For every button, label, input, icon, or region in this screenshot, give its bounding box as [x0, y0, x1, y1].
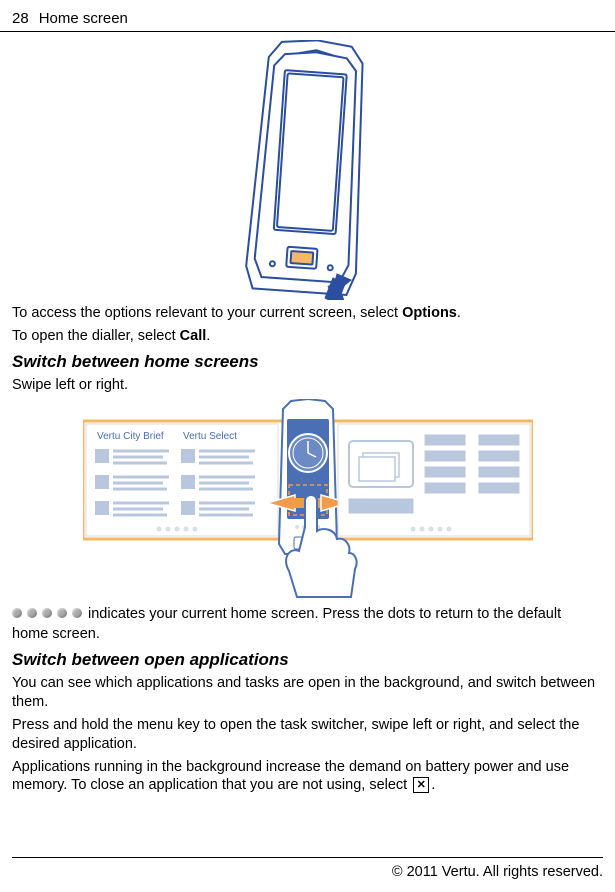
- subhead-switch-apps: Switch between open applications: [12, 650, 603, 670]
- phone-outline-svg: [233, 40, 383, 300]
- page-header: 28 Home screen: [0, 0, 615, 32]
- page-section-title: Home screen: [39, 10, 128, 27]
- swipe-illustration: Vertu City Brief Vertu Select: [12, 399, 603, 599]
- subhead-switch-home: Switch between home screens: [12, 352, 603, 372]
- widget1-title: Vertu City Brief: [97, 431, 164, 442]
- widget2-title: Vertu Select: [183, 431, 237, 442]
- dot-icon: [72, 608, 82, 618]
- indicator-text-2: home screen.: [12, 625, 603, 644]
- para-dialler-prefix: To open the dialler, select: [12, 328, 180, 344]
- para-apps-3-prefix: Applications running in the background i…: [12, 759, 569, 794]
- para-dialler-suffix: .: [206, 328, 210, 344]
- indicator-paragraph: indicates your current home screen. Pres…: [12, 605, 603, 624]
- para-options: To access the options relevant to your c…: [12, 304, 603, 323]
- page-number: 28: [12, 10, 29, 27]
- page-footer: © 2011 Vertu. All rights reserved.: [12, 857, 603, 880]
- page-content: To access the options relevant to your c…: [0, 40, 615, 795]
- call-bold: Call: [180, 328, 207, 344]
- home-screen-dots-icon: [12, 605, 82, 618]
- close-icon: ✕: [413, 777, 429, 793]
- para-apps-2: Press and hold the menu key to open the …: [12, 716, 603, 754]
- dot-icon: [12, 608, 22, 618]
- indicator-text-1: indicates your current home screen. Pres…: [88, 605, 561, 624]
- phone-illustration-top: [12, 40, 603, 300]
- para-apps-3-suffix: .: [431, 777, 435, 793]
- para-swipe: Swipe left or right.: [12, 376, 603, 395]
- dot-icon: [27, 608, 37, 618]
- dot-icon: [42, 608, 52, 618]
- dot-icon: [57, 608, 67, 618]
- copyright-text: © 2011 Vertu. All rights reserved.: [392, 864, 603, 880]
- para-options-suffix: .: [457, 305, 461, 321]
- para-apps-3: Applications running in the background i…: [12, 758, 603, 796]
- para-dialler: To open the dialler, select Call.: [12, 327, 603, 346]
- para-options-prefix: To access the options relevant to your c…: [12, 305, 402, 321]
- swipe-svg: Vertu City Brief Vertu Select: [83, 399, 533, 599]
- options-bold: Options: [402, 305, 457, 321]
- para-apps-1: You can see which applications and tasks…: [12, 674, 603, 712]
